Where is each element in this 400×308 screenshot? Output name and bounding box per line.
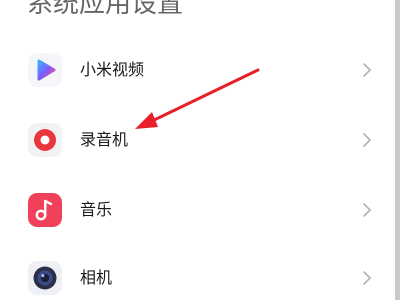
chevron-right-icon xyxy=(360,131,374,149)
scroll-edge xyxy=(395,0,400,300)
list-item-mi-video[interactable]: 小米视频 xyxy=(0,40,395,100)
recorder-icon xyxy=(28,123,62,157)
list-item-label: 小米视频 xyxy=(80,60,145,79)
mi-video-icon xyxy=(28,53,62,87)
list-item-label: 音乐 xyxy=(80,200,113,219)
camera-icon xyxy=(28,261,62,295)
list-item-label: 相机 xyxy=(80,268,113,287)
music-icon xyxy=(28,193,62,227)
list-item-label: 录音机 xyxy=(80,130,129,149)
list-item-music[interactable]: 音乐 xyxy=(0,180,395,240)
chevron-right-icon xyxy=(360,61,374,79)
list-item-camera[interactable]: 相机 xyxy=(0,248,395,308)
list-item-recorder[interactable]: 录音机 xyxy=(0,110,395,170)
chevron-right-icon xyxy=(360,201,374,219)
chevron-right-icon xyxy=(360,269,374,287)
app-settings-list: 小米视频 录音机 音乐 相机 xyxy=(0,0,400,300)
